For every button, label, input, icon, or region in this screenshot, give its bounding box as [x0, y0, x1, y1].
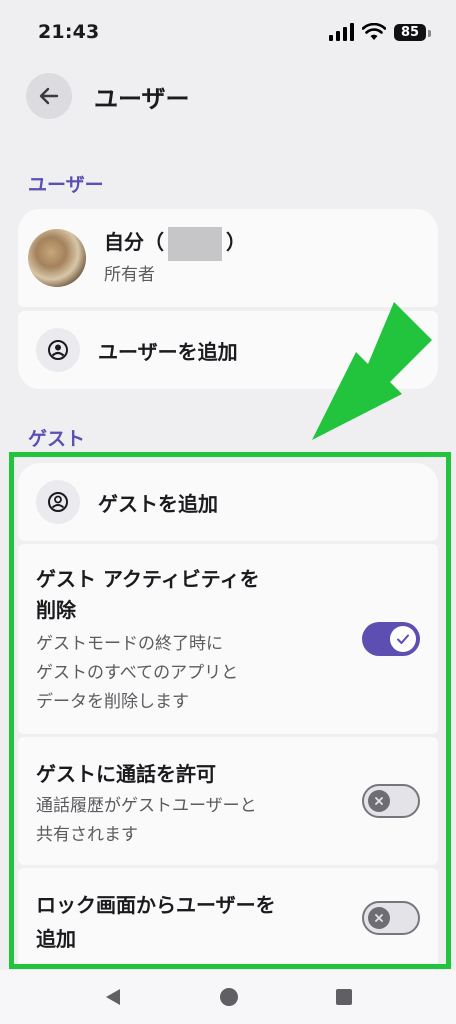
- status-icons: 85: [329, 23, 431, 41]
- annotation-arrow-icon: [312, 302, 432, 440]
- title-line: ゲスト アクティビティを: [36, 567, 260, 591]
- title-line: 追加: [36, 927, 76, 951]
- user-role: 所有者: [104, 264, 155, 285]
- add-users-lock-screen-item[interactable]: ロック画面からユーザーを 追加: [18, 868, 438, 968]
- avatar: [28, 229, 86, 287]
- allow-guest-calls-toggle[interactable]: [362, 784, 420, 818]
- user-name-prefix: 自分（: [104, 230, 164, 255]
- section-label-guest: ゲスト: [28, 428, 86, 450]
- desc-line: 共有されます: [36, 825, 138, 845]
- app-header: ユーザー: [0, 68, 456, 124]
- add-users-lock-screen-toggle[interactable]: [362, 901, 420, 935]
- toggle-knob: [368, 790, 390, 812]
- add-guest-button[interactable]: ゲストを追加: [18, 463, 438, 541]
- wifi-icon: [362, 23, 386, 40]
- allow-guest-calls-text: ゲストに通話を許可 通話履歴がゲストユーザーと 共有されます: [36, 759, 336, 850]
- add-users-lock-screen-title: ロック画面からユーザーを 追加: [36, 888, 336, 956]
- account-circle-icon: [36, 328, 80, 372]
- nav-recents-icon[interactable]: [335, 988, 353, 1006]
- title-line: 削除: [36, 598, 76, 622]
- desc-line: データを削除します: [36, 692, 189, 712]
- section-label-users: ユーザー: [28, 174, 104, 196]
- close-icon: [375, 797, 383, 805]
- page-title: ユーザー: [94, 84, 190, 113]
- desc-line: ゲストのすべてのアプリと: [36, 663, 239, 683]
- nav-back-icon[interactable]: [103, 987, 123, 1007]
- add-guest-label: ゲストを追加: [98, 491, 218, 516]
- system-nav-bar: [0, 970, 456, 1024]
- add-user-label: ユーザーを追加: [98, 339, 238, 364]
- allow-guest-calls-title: ゲストに通話を許可: [36, 762, 216, 786]
- desc-line: 通話履歴がゲストユーザーと: [36, 796, 257, 816]
- allow-guest-calls-desc: 通話履歴がゲストユーザーと 共有されます: [36, 792, 336, 850]
- toggle-knob: [390, 626, 416, 652]
- delete-guest-activity-title: ゲスト アクティビティを 削除: [36, 564, 326, 626]
- account-circle-icon: [36, 480, 80, 524]
- status-time: 21:43: [38, 21, 100, 43]
- user-name: 自分（ ）: [104, 226, 246, 261]
- check-icon: [397, 634, 409, 644]
- cell-signal-icon: [329, 23, 354, 41]
- delete-guest-activity-item[interactable]: ゲスト アクティビティを 削除 ゲストモードの終了時に ゲストのすべてのアプリと…: [18, 544, 438, 734]
- title-line: ロック画面からユーザーを: [36, 893, 276, 917]
- nav-home-icon[interactable]: [219, 987, 239, 1007]
- toggle-knob: [368, 907, 390, 929]
- battery-indicator: 85: [394, 23, 431, 41]
- back-button[interactable]: [26, 73, 72, 119]
- back-arrow-icon: [39, 87, 59, 105]
- user-item-text: 自分（ ） 所有者: [104, 226, 246, 290]
- add-users-lock-screen-text: ロック画面からユーザーを 追加: [36, 888, 336, 956]
- delete-guest-activity-toggle[interactable]: [362, 622, 420, 656]
- user-item-me[interactable]: 自分（ ） 所有者: [18, 209, 438, 307]
- status-bar: 21:43 85: [0, 0, 456, 64]
- delete-guest-activity-desc: ゲストモードの終了時に ゲストのすべてのアプリと データを削除します: [36, 630, 326, 717]
- redacted-name: [168, 226, 222, 261]
- allow-guest-calls-item[interactable]: ゲストに通話を許可 通話履歴がゲストユーザーと 共有されます: [18, 737, 438, 865]
- close-icon: [375, 914, 383, 922]
- delete-guest-activity-text: ゲスト アクティビティを 削除 ゲストモードの終了時に ゲストのすべてのアプリと…: [36, 564, 326, 717]
- user-name-suffix: ）: [226, 230, 246, 255]
- desc-line: ゲストモードの終了時に: [36, 634, 223, 654]
